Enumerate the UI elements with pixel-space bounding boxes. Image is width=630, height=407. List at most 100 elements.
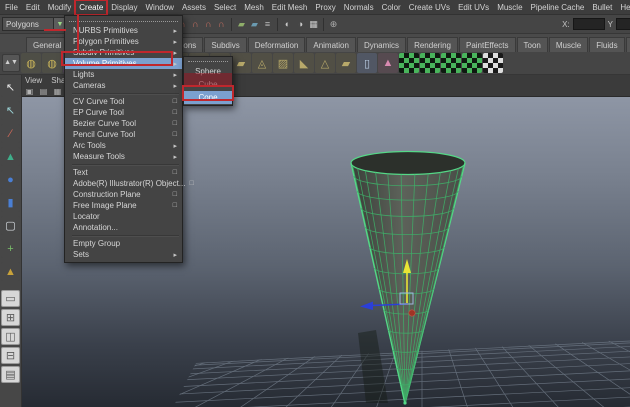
create-menu-item[interactable]: Measure Tools ▸ [65,151,182,162]
panel-menu-item[interactable]: View [25,76,42,85]
create-menu-item[interactable]: Volume Primitives ▸ [65,58,182,69]
create-menu-item[interactable]: Lights ▸ [65,69,182,80]
create-menu-item[interactable]: Construction Plane □ [65,189,182,200]
menu-item[interactable]: Modify [44,0,76,15]
create-menu-item[interactable]: Arc Tools ▸ [65,140,182,151]
menu-item[interactable]: File [1,0,22,15]
shelf-tab[interactable]: Dynamics [356,37,407,52]
layout-single-pane[interactable]: ▭ [1,290,20,307]
menu-item[interactable]: Bullet [588,0,616,15]
uv-checker1-icon[interactable]: ▩ [399,53,419,73]
create-menu-item[interactable]: Adobe(R) Illustrator(R) Object... □ [65,178,194,189]
poly-merge-icon[interactable]: ▨ [273,53,293,73]
shelf-scroll-arrows-icon[interactable]: ▲▼ [2,54,20,72]
move-tool[interactable]: ▲ [1,147,20,166]
shelf-tab[interactable]: Animation [306,37,356,52]
universal-manip-tool[interactable]: + [1,239,20,258]
uv-checker5-icon[interactable]: ▩ [483,53,503,73]
menu-item[interactable]: Edit [22,0,44,15]
create-menu-item[interactable]: Pencil Curve Tool □ [65,129,182,140]
create-menu-item[interactable]: EP Curve Tool □ [65,107,182,118]
shelf-tab[interactable]: Muscle [548,37,589,52]
layout-two-pane-stacked[interactable]: ⊟ [1,347,20,364]
create-menu-item[interactable]: CV Curve Tool □ [65,96,182,107]
menu-item[interactable]: Display [107,0,141,15]
snap-view-icon[interactable]: ∩ [215,17,228,31]
menu-item[interactable]: Mesh [240,0,268,15]
menu-set-select[interactable]: Polygons [2,17,54,31]
y-coordinate-input[interactable] [616,18,630,30]
menu-item[interactable]: Color [378,0,405,15]
menu-item[interactable]: Edit UVs [454,0,493,15]
poly-bridge-icon[interactable]: ▰ [231,53,251,73]
render-settings-icon[interactable]: ▦ [307,17,320,31]
menu-item[interactable]: Muscle [493,0,526,15]
output-connection-icon[interactable]: ▰ [248,17,261,31]
layout-four-pane[interactable]: ⊞ [1,309,20,326]
x-coordinate-input[interactable] [572,18,605,30]
shelf-tab[interactable]: Deformation [247,37,306,52]
create-menu-item[interactable]: Bezier Curve Tool □ [65,118,182,129]
shelf-tab[interactable]: Rendering [407,37,458,52]
divider[interactable] [277,17,278,31]
submenu-tearoff-handle[interactable] [188,58,228,62]
create-menu-item[interactable]: Subdiv Primitives ▸ [65,47,182,58]
create-menu-item[interactable]: Cameras ▸ [65,80,182,91]
paint-select-tool[interactable]: ∕ [1,124,20,143]
last-tool[interactable]: ▢ [1,216,20,235]
menu-item[interactable]: Edit Mesh [268,0,312,15]
create-menu-item[interactable]: Free Image Plane □ [65,200,182,211]
submenu-item[interactable]: Cone [184,91,232,104]
create-menu-item[interactable]: Empty Group [65,238,182,249]
render-icon[interactable]: ◐ [281,17,294,31]
menu-item[interactable]: Create [74,0,109,16]
submenu-item[interactable]: Cube [184,78,232,91]
uv-checker3-icon[interactable]: ▩ [441,53,461,73]
create-menu-item[interactable]: Polygon Primitives ▸ [65,36,182,47]
snap-projected-icon[interactable]: ∩ [202,17,215,31]
shelf-tab[interactable]: General [26,37,69,52]
menu-item[interactable]: Pipeline Cache [527,0,589,15]
bookmark-icon[interactable]: ▤ [38,87,49,97]
snap-point-icon[interactable]: ∩ [189,17,202,31]
rotate-tool[interactable]: ● [1,170,20,189]
create-menu-item[interactable]: Annotation... [65,222,182,233]
menu-tearoff-handle[interactable] [69,18,178,22]
menu-item[interactable]: Window [142,0,178,15]
soft-mod-tool[interactable]: ▲ [1,262,20,281]
menu-item[interactable]: Normals [340,0,378,15]
poly-split-icon[interactable]: ◬ [252,53,272,73]
shelf-tab[interactable]: Fur [625,37,630,52]
poly-triangulate-icon[interactable]: △ [315,53,335,73]
poly-sphere2-icon[interactable]: ◍ [42,53,62,73]
divider[interactable] [231,17,232,31]
poly-page-icon[interactable]: ▯ [357,53,377,73]
uv-checker4-icon[interactable]: ▩ [462,53,482,73]
uv-checker2-icon[interactable]: ▩ [420,53,440,73]
history-icon[interactable]: ≡ [261,17,274,31]
menu-item[interactable]: Help [616,0,630,15]
shelf-tab[interactable]: PaintEffects [458,37,516,52]
menu-item[interactable]: Assets [178,0,210,15]
sym-icon[interactable]: ⊕ [327,17,340,31]
layout-outliner-persp[interactable]: ▤ [1,366,20,383]
select-tool[interactable]: ↖ [1,78,20,97]
layout-two-pane-side[interactable]: ◫ [1,328,20,345]
menu-item[interactable]: Select [210,0,240,15]
poly-quad-icon[interactable]: ▰ [336,53,356,73]
scale-tool[interactable]: ▮ [1,193,20,212]
poly-sphere-icon[interactable]: ◍ [21,53,41,73]
ipr-render-icon[interactable]: ◑ [294,17,307,31]
lasso-select-tool[interactable]: ↖ [1,101,20,120]
input-connection-icon[interactable]: ▰ [235,17,248,31]
submenu-item[interactable]: Sphere [184,65,232,78]
menu-item[interactable]: Proxy [311,0,339,15]
create-menu-item[interactable]: Sets ▸ [65,249,182,260]
create-menu-item[interactable]: Text □ [65,167,182,178]
menu-item[interactable]: Create UVs [405,0,454,15]
paint-tool-icon[interactable]: ▲ [378,53,398,73]
create-menu-item[interactable]: Locator [65,211,182,222]
image-plane-icon[interactable]: ▦ [52,87,63,97]
camera-attrs-icon[interactable]: ▣ [24,87,35,97]
create-menu-item[interactable]: NURBS Primitives ▸ [65,25,182,36]
